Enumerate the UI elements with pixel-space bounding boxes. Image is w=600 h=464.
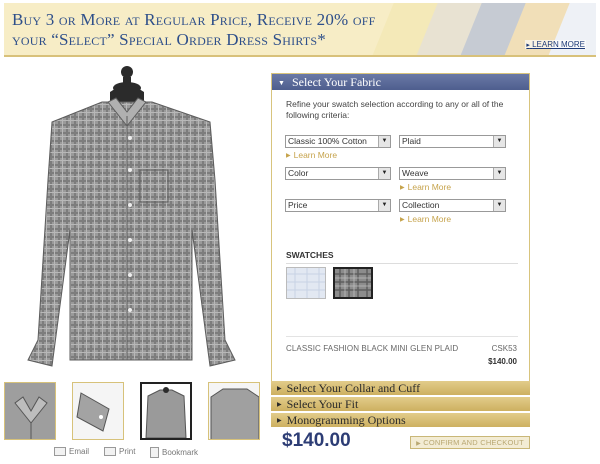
collar-cuff-label: Select Your Collar and Cuff (286, 381, 421, 395)
triangle-right-icon: ▶ (416, 441, 421, 447)
color-select[interactable]: Color ▼ (285, 167, 391, 180)
triangle-right-icon: ▶ (277, 418, 282, 424)
pattern-select[interactable]: Plaid ▼ (399, 135, 506, 148)
swatch-light-blue[interactable] (286, 267, 326, 299)
triangle-right-icon: ▶ (286, 153, 291, 159)
swatches-divider (286, 263, 518, 264)
thumbnail-collar[interactable] (4, 382, 56, 440)
triangle-right-icon: ▶ (400, 217, 405, 223)
collar-cuff-section[interactable]: ▶ Select Your Collar and Cuff (271, 381, 530, 396)
fit-section[interactable]: ▶ Select Your Fit (271, 397, 530, 412)
shirt-product-image (27, 66, 236, 367)
price-select[interactable]: Price ▼ (285, 199, 391, 212)
email-icon (54, 447, 66, 456)
fabric-panel: ▼ Select Your Fabric Refine your swatch … (271, 73, 530, 382)
triangle-right-icon: ▶ (277, 402, 282, 408)
price-value: Price (288, 200, 308, 210)
banner-learn-more-link[interactable]: ▸ LEARN MORE (525, 40, 586, 49)
bookmark-link[interactable]: Bookmark (150, 447, 198, 458)
fabric-panel-title: Select Your Fabric (291, 75, 381, 89)
total-price: $140.00 (282, 430, 351, 451)
confirm-checkout-button[interactable]: ▶ CONFIRM AND CHECKOUT (410, 436, 530, 449)
collection-learn-more-label: Learn More (407, 214, 452, 224)
swatch-glen-plaid[interactable] (333, 267, 373, 299)
print-label: Print (119, 447, 136, 456)
weave-learn-more-link[interactable]: ▶ Learn More (400, 182, 451, 192)
fabric-type-select[interactable]: Classic 100% Cotton ▼ (285, 135, 391, 148)
arrow-right-icon: ▸ (526, 42, 530, 49)
fit-label: Select Your Fit (286, 397, 359, 411)
color-value: Color (288, 168, 309, 178)
thumbnail-cuff[interactable] (72, 382, 124, 440)
thumbnail-back[interactable] (208, 382, 260, 440)
bookmark-icon (150, 447, 159, 458)
product-name: CLASSIC FASHION BLACK MINI GLEN PLAID (286, 344, 459, 353)
triangle-right-icon: ▶ (277, 386, 282, 392)
dropdown-arrow-icon: ▼ (493, 136, 505, 147)
dropdown-arrow-icon: ▼ (378, 200, 390, 211)
fabric-type-value: Classic 100% Cotton (288, 136, 367, 146)
triangle-right-icon: ▶ (400, 185, 405, 191)
fabric-learn-more-link[interactable]: ▶ Learn More (286, 150, 337, 160)
weave-value: Weave (402, 168, 429, 178)
print-link[interactable]: Print (104, 447, 135, 456)
promo-text: Buy 3 or More at Regular Price, Receive … (12, 10, 402, 50)
collection-select[interactable]: Collection ▼ (399, 199, 506, 212)
banner-learn-more-label: LEARN MORE (532, 40, 585, 49)
product-divider (286, 336, 518, 337)
swatches-heading: SWATCHES (286, 250, 334, 260)
dropdown-arrow-icon: ▼ (493, 168, 505, 179)
dropdown-arrow-icon: ▼ (378, 168, 390, 179)
triangle-down-icon: ▼ (278, 79, 285, 87)
fabric-learn-more-label: Learn More (293, 150, 338, 160)
thumbnail-strip (4, 382, 262, 440)
confirm-checkout-label: CONFIRM AND CHECKOUT (423, 438, 524, 447)
pattern-value: Plaid (402, 136, 421, 146)
promo-line-1: Buy 3 or More at Regular Price, Receive … (12, 10, 376, 29)
dropdown-arrow-icon: ▼ (378, 136, 390, 147)
product-code: CSK53 (491, 344, 517, 353)
monogram-label: Monogramming Options (286, 413, 406, 427)
promo-line-2: your “Select” Special Order Dress Shirts… (12, 30, 326, 49)
email-label: Email (69, 447, 90, 456)
promo-banner[interactable]: Buy 3 or More at Regular Price, Receive … (4, 3, 596, 57)
fabric-panel-header[interactable]: ▼ Select Your Fabric (272, 74, 529, 90)
product-price: $140.00 (488, 357, 517, 366)
weave-learn-more-label: Learn More (407, 182, 452, 192)
print-icon (104, 447, 116, 456)
collection-value: Collection (402, 200, 440, 210)
dropdown-arrow-icon: ▼ (493, 200, 505, 211)
thumbnail-front[interactable] (140, 382, 192, 440)
weave-select[interactable]: Weave ▼ (399, 167, 506, 180)
monogram-section[interactable]: ▶ Monogramming Options (271, 413, 530, 428)
email-link[interactable]: Email (54, 447, 89, 456)
bookmark-label: Bookmark (162, 448, 199, 457)
collection-learn-more-link[interactable]: ▶ Learn More (400, 214, 451, 224)
fabric-intro-text: Refine your swatch selection according t… (286, 99, 504, 120)
